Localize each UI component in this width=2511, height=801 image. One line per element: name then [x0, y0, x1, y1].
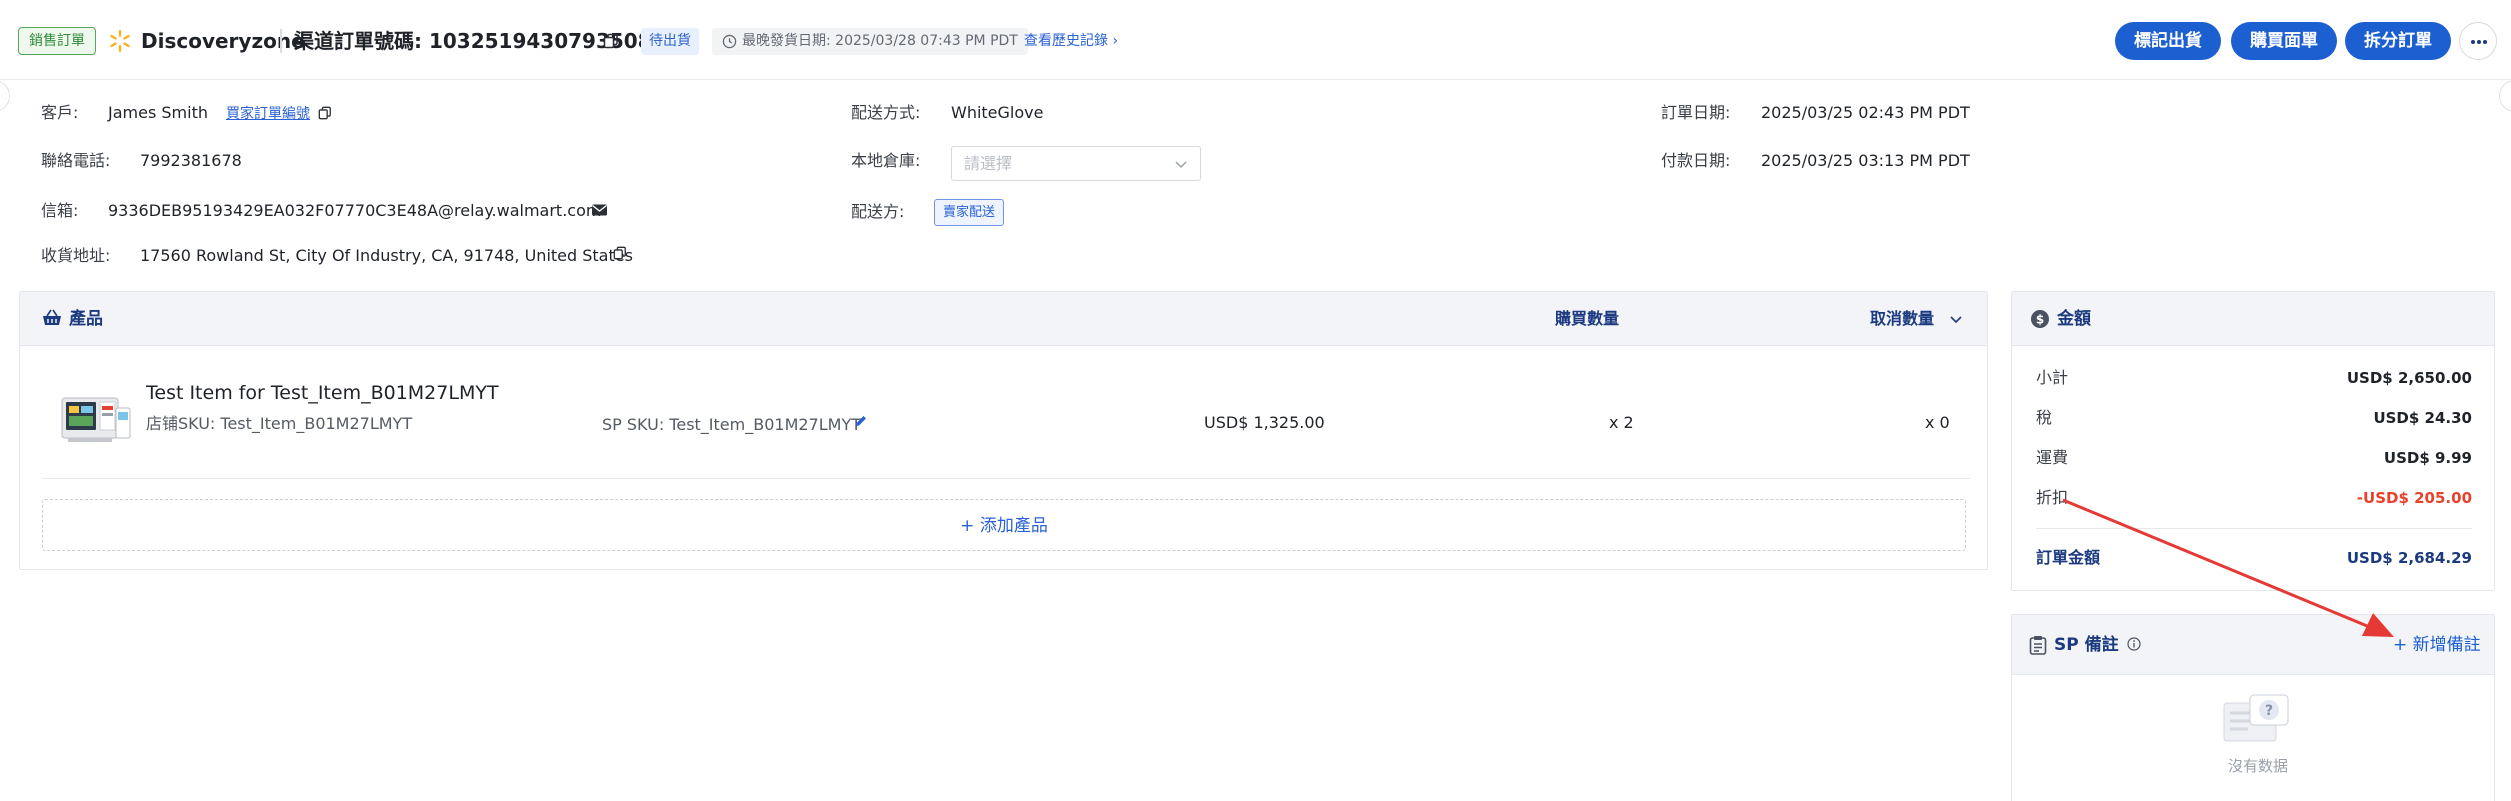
products-card-header: 產品 購買數量 取消數量 [20, 292, 1987, 346]
walmart-spark-icon [110, 30, 130, 52]
info-icon[interactable] [2127, 637, 2141, 651]
copy-icon[interactable] [318, 106, 332, 120]
cancel-qty-value: x 0 [1925, 413, 1950, 432]
purchase-qty-header: 購買數量 [1555, 309, 1620, 328]
more-actions-button[interactable] [2459, 22, 2497, 60]
products-card: 產品 購買數量 取消數量 Test Item for Test_Item_B01… [19, 291, 1988, 570]
products-title: 產品 [69, 309, 103, 329]
clock-icon [722, 34, 737, 49]
sp-sku: SP SKU: Test_Item_B01M27LMYT [602, 415, 861, 434]
order-date-value: 2025/03/25 02:43 PM PDT [1761, 103, 1970, 122]
basket-icon [43, 309, 61, 325]
discount-value: -USD$ 205.00 [2356, 489, 2472, 507]
latest-ship-date: 最晚發貨日期: 2025/03/28 07:43 PM PDT [712, 28, 1028, 55]
address-value: 17560 Rowland St, City Of Industry, CA, … [140, 246, 633, 265]
copy-icon[interactable] [603, 33, 619, 49]
mark-shipped-button[interactable]: 標記出貨 [2115, 22, 2221, 60]
copy-icon[interactable] [613, 246, 627, 260]
more-dot-icon [2471, 40, 2475, 44]
subtotal-label: 小計 [2036, 368, 2069, 387]
customer-name: James Smith [108, 103, 208, 122]
split-order-button[interactable]: 拆分訂單 [2345, 22, 2451, 60]
shipping-fee-value: USD$ 9.99 [2383, 449, 2472, 467]
clipboard-icon [2029, 636, 2047, 655]
amount-title: 金額 [2057, 309, 2091, 329]
shipping-method-value: WhiteGlove [951, 103, 1044, 122]
delivery-party-label: 配送方: [851, 202, 905, 221]
empty-data-illustration: ? [2223, 694, 2289, 742]
local-warehouse-label: 本地倉庫: [851, 151, 921, 170]
warehouse-select[interactable]: 請選擇 [951, 146, 1201, 181]
discount-label: 折扣 [2036, 488, 2069, 507]
subtotal-value: USD$ 2,650.00 [2346, 369, 2472, 387]
order-total-value: USD$ 2,684.29 [2346, 549, 2472, 567]
add-product-button[interactable]: + 添加產品 [42, 499, 1966, 551]
buyer-order-number-link[interactable]: 買家訂單編號 [226, 103, 310, 125]
collapse-right-handle[interactable] [2499, 80, 2511, 112]
order-header: 銷售訂單 Discoveryzone 渠道訂單號碼: 1032519430793… [0, 0, 2511, 80]
mail-icon[interactable] [591, 203, 608, 217]
header-divider [280, 29, 282, 53]
cancel-qty-header: 取消數量 [1870, 309, 1935, 328]
payment-date-value: 2025/03/25 03:13 PM PDT [1761, 151, 1970, 170]
tax-label: 稅 [2036, 408, 2053, 427]
edit-pencil-icon[interactable] [854, 414, 868, 428]
address-label: 收貨地址: [41, 246, 111, 265]
product-thumbnail [61, 397, 131, 442]
svg-text:$: $ [2036, 313, 2044, 327]
tax-value: USD$ 24.30 [2373, 409, 2472, 427]
customer-label: 客戶: [41, 103, 79, 122]
status-badge: 待出貨 [641, 28, 699, 55]
amount-divider [2036, 528, 2472, 529]
chevron-down-icon [1175, 161, 1187, 169]
delivery-party-badge: 賣家配送 [934, 199, 1005, 226]
more-dot-icon [2477, 40, 2481, 44]
add-note-button[interactable]: + 新增備註 [2393, 633, 2481, 657]
buy-label-button[interactable]: 購買面單 [2231, 22, 2337, 60]
email-value: 9336DEB95193429EA032F07770C3E48A@relay.w… [108, 201, 602, 220]
order-date-label: 訂單日期: [1661, 103, 1731, 122]
sp-notes-title: SP 備註 [2054, 635, 2119, 655]
view-history-link[interactable]: 查看歷史記錄 › [1024, 28, 1118, 55]
email-label: 信箱: [41, 201, 79, 220]
products-divider [42, 478, 1970, 479]
latest-ship-date-text: 最晚發貨日期: 2025/03/28 07:43 PM PDT [742, 33, 1018, 49]
store-sku: 店铺SKU: Test_Item_B01M27LMYT [146, 414, 413, 433]
dollar-coin-icon: $ [2031, 310, 2049, 328]
shipping-fee-label: 運費 [2036, 448, 2069, 467]
svg-text:?: ? [2265, 703, 2273, 719]
order-total-label: 訂單金額 [2036, 548, 2101, 567]
purchase-qty-value: x 2 [1609, 413, 1634, 432]
empty-data-text: 沒有数据 [2227, 757, 2288, 775]
product-unit-price: USD$ 1,325.00 [1204, 413, 1325, 432]
collapse-left-handle[interactable] [0, 80, 10, 112]
chevron-down-icon[interactable] [1949, 312, 1963, 326]
amount-card-header: $ 金額 [2012, 292, 2494, 346]
phone-value: 7992381678 [140, 151, 242, 170]
amount-card: $ 金額 小計 USD$ 2,650.00 稅 USD$ 24.30 運費 US… [2011, 291, 2495, 591]
product-name: Test Item for Test_Item_B01M27LMYT [146, 382, 499, 404]
shipping-method-label: 配送方式: [851, 103, 921, 122]
warehouse-select-placeholder: 請選擇 [964, 154, 1013, 173]
payment-date-label: 付款日期: [1661, 151, 1731, 170]
add-product-label: + 添加產品 [960, 516, 1048, 536]
more-dot-icon [2483, 40, 2487, 44]
order-type-tag: 銷售訂單 [18, 27, 96, 55]
phone-label: 聯絡電話: [41, 151, 111, 170]
